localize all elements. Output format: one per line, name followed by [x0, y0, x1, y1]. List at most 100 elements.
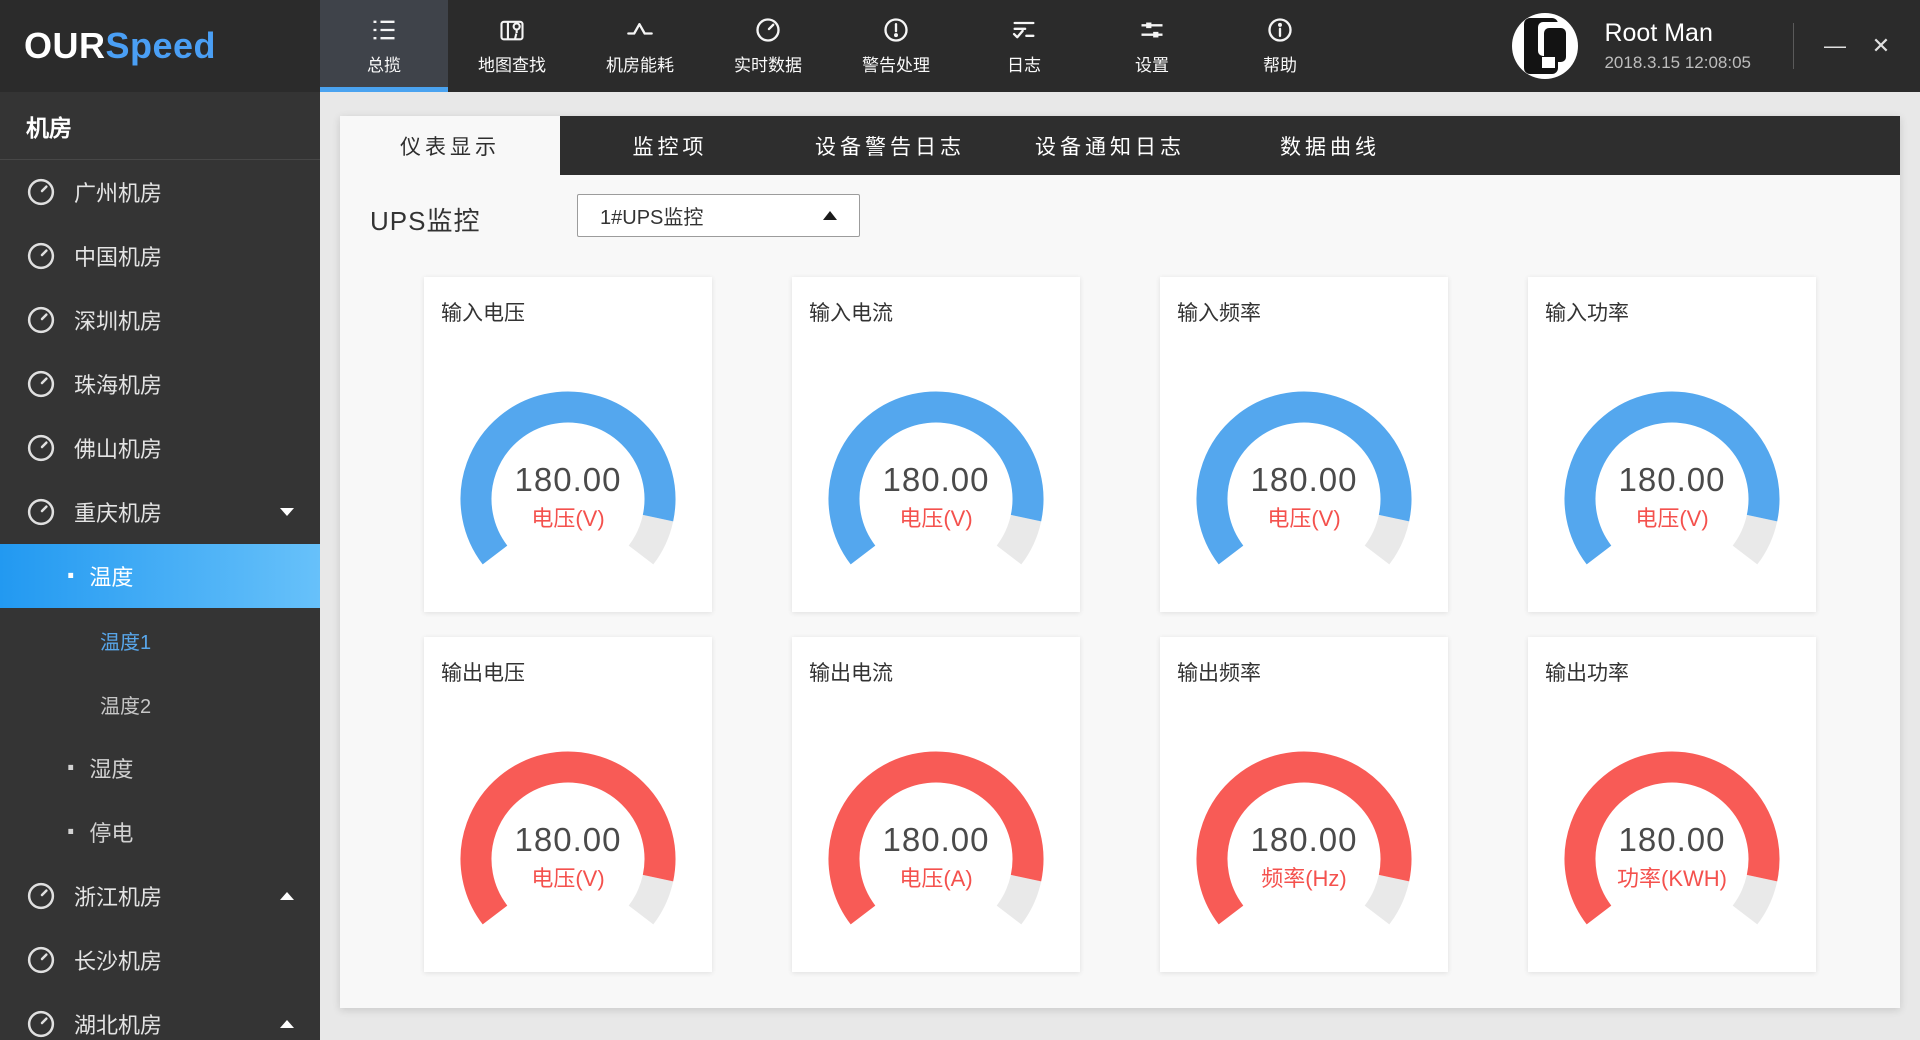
gauge: 180.00 功率(KWH)	[1562, 749, 1782, 939]
gauge-card: 输出电压 180.00 电压(V)	[424, 637, 712, 972]
sidebar-title: 机房	[0, 92, 320, 160]
sidebar-item-guangzhou[interactable]: 广州机房	[0, 160, 320, 224]
sidebar-item-zhongguo[interactable]: 中国机房	[0, 224, 320, 288]
gauge: 180.00 电压(V)	[458, 389, 678, 579]
sidebar-item-label: 浙江机房	[74, 880, 162, 912]
gauge-unit: 电压(V)	[1562, 501, 1782, 533]
gauge: 180.00 电压(A)	[826, 749, 1046, 939]
chevron-up-icon	[280, 892, 294, 900]
content-panel: 仪表显示 监控项 设备警告日志 设备通知日志 数据曲线 UPS监控 1#UPS监…	[340, 116, 1900, 1008]
sidebar-item-label: 停电	[89, 816, 133, 848]
sidebar-item-power-outage[interactable]: 停电	[0, 800, 320, 864]
sidebar-item-temperature[interactable]: 温度	[0, 544, 320, 608]
gauge: 180.00 电压(V)	[1562, 389, 1782, 579]
gauge-icon	[26, 497, 56, 527]
card-title: 输入频率	[1177, 297, 1261, 327]
nav-item-overview[interactable]: 总揽	[320, 0, 448, 92]
gauge-icon	[26, 945, 56, 975]
ups-selector[interactable]: 1#UPS监控	[577, 194, 860, 237]
gauge-card: 输入功率 180.00 电压(V)	[1528, 277, 1816, 612]
gauge-card: 输入电压 180.00 电压(V)	[424, 277, 712, 612]
sidebar-item-label: 长沙机房	[74, 944, 162, 976]
card-title: 输入功率	[1545, 297, 1629, 327]
main-nav: 总揽 地图查找 机房能耗 实时数据 警告处理	[320, 0, 1344, 92]
nav-label: 机房能耗	[606, 51, 674, 76]
sidebar-item-zhejiang[interactable]: 浙江机房	[0, 864, 320, 928]
sidebar-item-shenzhen[interactable]: 深圳机房	[0, 288, 320, 352]
gauge-unit: 电压(V)	[1194, 501, 1414, 533]
nav-label: 总揽	[367, 51, 401, 76]
gauge-card: 输入频率 180.00 电压(V)	[1160, 277, 1448, 612]
gauge: 180.00 频率(Hz)	[1194, 749, 1414, 939]
tab-device-alert-log[interactable]: 设备警告日志	[780, 116, 1000, 175]
sidebar-item-label: 湿度	[89, 752, 133, 784]
tab-device-notice-log[interactable]: 设备通知日志	[1000, 116, 1220, 175]
chevron-up-icon	[823, 211, 837, 220]
sidebar-item-hubei[interactable]: 湖北机房	[0, 992, 320, 1040]
gauge: 180.00 电压(V)	[826, 389, 1046, 579]
nav-label: 实时数据	[734, 51, 802, 76]
card-title: 输入电流	[809, 297, 893, 327]
gauge-card: 输出频率 180.00 频率(Hz)	[1160, 637, 1448, 972]
nav-label: 地图查找	[478, 51, 546, 76]
close-button[interactable]: ✕	[1858, 23, 1904, 69]
log-list-icon	[1010, 16, 1038, 44]
sidebar-item-temperature-2[interactable]: 温度2	[0, 672, 320, 736]
sidebar-item-label: 重庆机房	[74, 496, 162, 528]
gauge: 180.00 电压(V)	[458, 749, 678, 939]
info-circle-icon	[1266, 16, 1294, 44]
sidebar-item-label: 珠海机房	[74, 368, 162, 400]
datetime: 2018.3.15 12:08:05	[1604, 53, 1751, 73]
tab-monitor-items[interactable]: 监控项	[560, 116, 780, 175]
sidebar-item-foshan[interactable]: 佛山机房	[0, 416, 320, 480]
map-search-icon	[498, 16, 526, 44]
nav-item-realtime-data[interactable]: 实时数据	[704, 0, 832, 92]
tab-gauge-display[interactable]: 仪表显示	[340, 116, 560, 175]
gauge-card-grid: 输入电压 180.00 电压(V) 输入电流 1	[424, 277, 1816, 972]
nav-item-help[interactable]: 帮助	[1216, 0, 1344, 92]
gauge-value: 180.00	[1562, 461, 1782, 499]
gauge-unit: 电压(V)	[458, 501, 678, 533]
gauge-value: 180.00	[1562, 821, 1782, 859]
user-area: Root Man 2018.3.15 12:08:05 — ✕	[1512, 0, 1920, 92]
sidebar-item-zhuhai[interactable]: 珠海机房	[0, 352, 320, 416]
top-bar: OURSpeed 总揽 地图查找 机房能耗 实时数据	[0, 0, 1920, 92]
tab-data-curve[interactable]: 数据曲线	[1220, 116, 1440, 175]
minimize-button[interactable]: —	[1812, 23, 1858, 69]
chevron-down-icon	[280, 508, 294, 516]
sidebar-item-chongqing[interactable]: 重庆机房	[0, 480, 320, 544]
sidebar-item-label: 湖北机房	[74, 1008, 162, 1040]
logo-primary: OUR	[24, 25, 106, 67]
nav-item-energy[interactable]: 机房能耗	[576, 0, 704, 92]
app-logo: OURSpeed	[0, 0, 320, 92]
divider	[1793, 23, 1794, 69]
sidebar-item-temperature-1[interactable]: 温度1	[0, 608, 320, 672]
chevron-up-icon	[280, 1020, 294, 1028]
nav-label: 帮助	[1263, 51, 1297, 76]
sidebar-item-label: 温度1	[100, 626, 151, 655]
gauge-icon	[26, 433, 56, 463]
sidebar-item-changsha[interactable]: 长沙机房	[0, 928, 320, 992]
sidebar-item-label: 温度2	[100, 690, 151, 719]
gauge-icon	[754, 16, 782, 44]
gauge-icon	[26, 305, 56, 335]
gauge-unit: 电压(A)	[826, 861, 1046, 893]
alert-circle-icon	[882, 16, 910, 44]
list-icon	[370, 16, 398, 44]
nav-item-alert-handling[interactable]: 警告处理	[832, 0, 960, 92]
gauge-unit: 功率(KWH)	[1562, 861, 1782, 893]
nav-item-map-search[interactable]: 地图查找	[448, 0, 576, 92]
sliders-icon	[1138, 16, 1166, 44]
nav-item-logs[interactable]: 日志	[960, 0, 1088, 92]
avatar[interactable]	[1512, 13, 1578, 79]
gauge-card: 输入电流 180.00 电压(V)	[792, 277, 1080, 612]
card-title: 输出频率	[1177, 657, 1261, 687]
nav-item-settings[interactable]: 设置	[1088, 0, 1216, 92]
gauge-unit: 电压(V)	[458, 861, 678, 893]
nav-label: 警告处理	[862, 51, 930, 76]
nav-label: 设置	[1135, 51, 1169, 76]
gauge-value: 180.00	[826, 461, 1046, 499]
main-content: 仪表显示 监控项 设备警告日志 设备通知日志 数据曲线 UPS监控 1#UPS监…	[320, 92, 1920, 1040]
gauge-icon	[26, 177, 56, 207]
sidebar-item-humidity[interactable]: 湿度	[0, 736, 320, 800]
